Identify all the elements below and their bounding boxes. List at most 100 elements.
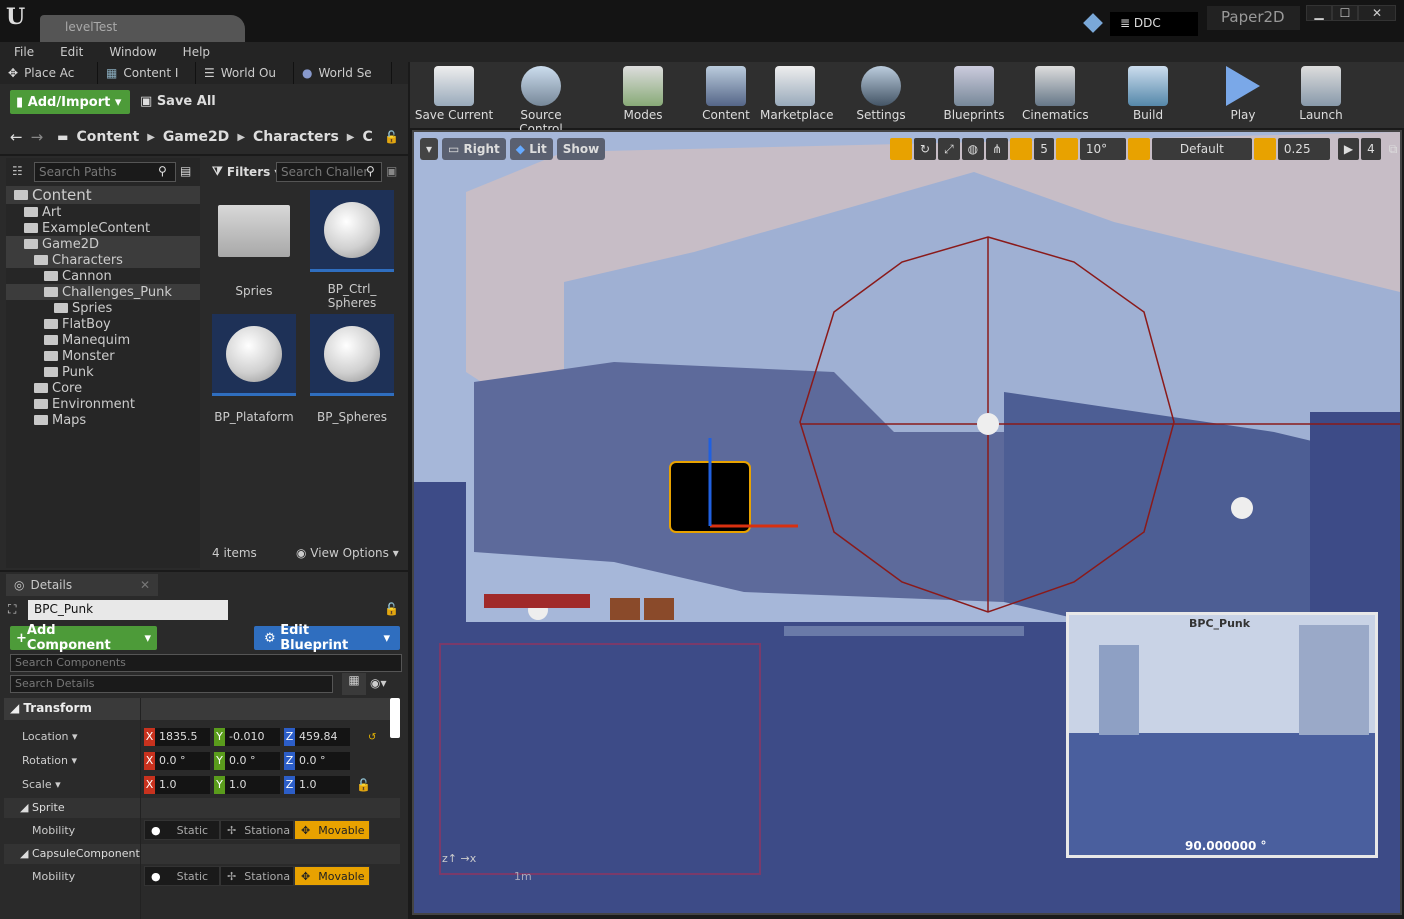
stationary-option[interactable]: ✢ Stationa bbox=[220, 866, 294, 886]
grid-snap-icon[interactable] bbox=[1010, 138, 1033, 160]
tab-world-settings[interactable]: ● World Se bbox=[294, 62, 392, 84]
menu-help[interactable]: Help bbox=[183, 45, 210, 59]
tree-item[interactable]: Content bbox=[6, 186, 200, 204]
location-label[interactable]: Location ▾ bbox=[22, 730, 78, 743]
breadcrumb-characters[interactable]: Characters bbox=[253, 129, 339, 145]
add-component-button[interactable]: + Add Component ▾ bbox=[10, 623, 157, 653]
viewport-menu-button[interactable]: ▾ bbox=[420, 138, 439, 160]
globe-icon[interactable]: ◍ bbox=[961, 138, 985, 160]
translate-icon[interactable] bbox=[890, 138, 912, 160]
play-button[interactable]: Play bbox=[1216, 62, 1270, 126]
source-control-button[interactable]: Source Control bbox=[498, 62, 584, 136]
camera-preview[interactable]: BPC_Punk 90.000000 ° bbox=[1066, 612, 1378, 858]
ddc-indicator[interactable]: ≣ DDC bbox=[1110, 12, 1198, 36]
save-current-button[interactable]: Save Current bbox=[414, 62, 494, 126]
level-viewport[interactable]: ▾ ▭ Right ◆ Lit Show ↻ ⤢ ◍ ⋔ 5 10° Defau… bbox=[412, 130, 1402, 915]
breadcrumb-current[interactable]: C bbox=[362, 129, 372, 145]
breadcrumb-game2d[interactable]: Game2D bbox=[163, 129, 229, 145]
view-mode-button[interactable]: ▭ Right bbox=[442, 138, 506, 160]
maximize-viewport-icon[interactable]: ⧉ bbox=[1383, 138, 1400, 160]
camera-speed-icon[interactable]: ▶ bbox=[1337, 138, 1360, 160]
minimize-button[interactable]: ▁ bbox=[1306, 5, 1332, 21]
tree-item[interactable]: ExampleContent bbox=[6, 220, 200, 236]
settings-button[interactable]: Settings bbox=[846, 62, 916, 126]
tree-item[interactable]: Manequim bbox=[6, 332, 200, 348]
tree-item[interactable]: Monster bbox=[6, 348, 200, 364]
tree-item[interactable]: Characters bbox=[6, 252, 200, 268]
lit-button[interactable]: ◆ Lit bbox=[509, 138, 553, 160]
transform-section-header[interactable]: ◢ Transform bbox=[4, 698, 390, 720]
scale-mode-value[interactable]: Default bbox=[1151, 138, 1252, 160]
show-button[interactable]: Show bbox=[556, 138, 606, 160]
modes-button[interactable]: Modes bbox=[608, 62, 678, 126]
tab-place-actors[interactable]: ✥ Place Ac bbox=[0, 62, 98, 84]
view-options-button[interactable]: ◉ View Options ▾ bbox=[296, 546, 399, 560]
location-z-input[interactable]: 459.84 bbox=[295, 728, 350, 746]
level-tab[interactable]: levelTest bbox=[40, 15, 245, 42]
asset-tile[interactable]: BP_Spheres bbox=[310, 314, 394, 424]
tab-world-outliner[interactable]: ☰ World Ou bbox=[196, 62, 294, 84]
stationary-option[interactable]: ✢ Stationa bbox=[220, 820, 294, 840]
scale-label[interactable]: Scale ▾ bbox=[22, 778, 61, 791]
content-button[interactable]: Content bbox=[694, 62, 758, 126]
add-import-button[interactable]: ▮ Add/Import ▾ bbox=[10, 90, 130, 114]
tree-item[interactable]: Maps bbox=[6, 412, 200, 428]
asset-tile[interactable]: Spries bbox=[212, 190, 296, 298]
list-icon[interactable]: ▤ bbox=[180, 164, 191, 178]
tree-toggle-icon[interactable]: ☷ bbox=[12, 164, 23, 178]
rotation-label[interactable]: Rotation ▾ bbox=[22, 754, 77, 767]
close-icon[interactable]: ✕ bbox=[140, 578, 150, 592]
lock-icon[interactable]: 🔓 bbox=[384, 602, 399, 616]
back-arrow-icon[interactable]: ← bbox=[10, 128, 23, 146]
tree-item[interactable]: Game2D bbox=[6, 236, 200, 252]
filters-button[interactable]: ⧩ Filters ▾ bbox=[212, 164, 280, 179]
tree-item[interactable]: Cannon bbox=[6, 268, 200, 284]
grid-view-icon[interactable]: ▦ bbox=[342, 673, 366, 695]
angle-value[interactable]: 10° bbox=[1079, 138, 1126, 160]
tree-item[interactable]: Core bbox=[6, 380, 200, 396]
scale-y-input[interactable]: 1.0 bbox=[225, 776, 280, 794]
scrollbar[interactable] bbox=[390, 698, 400, 738]
asset-tile[interactable]: BP_Ctrl_ Spheres bbox=[310, 190, 394, 310]
tree-item[interactable]: Environment bbox=[6, 396, 200, 412]
scale-icon[interactable]: ⤢ bbox=[938, 138, 960, 160]
reset-arrow-icon[interactable]: ↺ bbox=[368, 732, 376, 743]
tab-content-browser[interactable]: ▦ Content I bbox=[98, 62, 196, 84]
lock-icon[interactable]: 🔓 bbox=[356, 778, 371, 792]
tree-item[interactable]: Art bbox=[6, 204, 200, 220]
maximize-button[interactable]: ☐ bbox=[1332, 5, 1358, 21]
tree-item[interactable]: Challenges_Punk bbox=[6, 284, 200, 300]
edit-blueprint-button[interactable]: ⚙ Edit Blueprint ▾ bbox=[254, 623, 400, 653]
location-x-input[interactable]: 1835.5 bbox=[155, 728, 210, 746]
grid-size-value[interactable]: 5 bbox=[1034, 138, 1054, 160]
scale-z-input[interactable]: 1.0 bbox=[295, 776, 350, 794]
save-all-button[interactable]: ▣ Save All bbox=[140, 94, 216, 109]
menu-edit[interactable]: Edit bbox=[60, 45, 83, 59]
cinematics-button[interactable]: Cinematics bbox=[1022, 62, 1089, 126]
rotation-x-input[interactable]: 0.0 ° bbox=[155, 752, 210, 770]
scale-snap-value[interactable]: 0.25 bbox=[1277, 138, 1330, 160]
camera-speed-value[interactable]: 4 bbox=[1361, 138, 1381, 160]
menu-window[interactable]: Window bbox=[109, 45, 156, 59]
blueprints-button[interactable]: Blueprints bbox=[936, 62, 1012, 126]
search-paths-input[interactable]: Search Paths bbox=[34, 162, 176, 182]
angle-snap-icon[interactable] bbox=[1055, 138, 1078, 160]
actor-name-input[interactable]: BPC_Punk bbox=[28, 600, 228, 620]
rotation-z-input[interactable]: 0.0 ° bbox=[295, 752, 350, 770]
movable-option[interactable]: ✥ Movable bbox=[294, 866, 370, 886]
rotation-y-input[interactable]: 0.0 ° bbox=[225, 752, 280, 770]
static-option[interactable]: ● Static bbox=[144, 866, 220, 886]
lock-icon[interactable]: 🔓 bbox=[384, 130, 399, 144]
search-components-input[interactable]: Search Components bbox=[10, 654, 402, 672]
notification-icon[interactable] bbox=[1083, 13, 1103, 33]
save-search-icon[interactable]: ▣ bbox=[386, 164, 397, 178]
sprite-section-header[interactable]: ◢ Sprite bbox=[4, 798, 400, 818]
capsule-section-header[interactable]: ◢ CapsuleComponent bbox=[4, 844, 400, 864]
marketplace-button[interactable]: Marketplace bbox=[760, 62, 834, 126]
close-button[interactable]: ✕ bbox=[1358, 5, 1396, 21]
scale-mode-icon[interactable] bbox=[1127, 138, 1150, 160]
tree-item[interactable]: FlatBoy bbox=[6, 316, 200, 332]
tab-details[interactable]: ◎ Details ✕ bbox=[6, 574, 158, 596]
surface-snap-icon[interactable]: ⋔ bbox=[986, 138, 1009, 160]
search-details-input[interactable]: Search Details bbox=[10, 675, 333, 693]
